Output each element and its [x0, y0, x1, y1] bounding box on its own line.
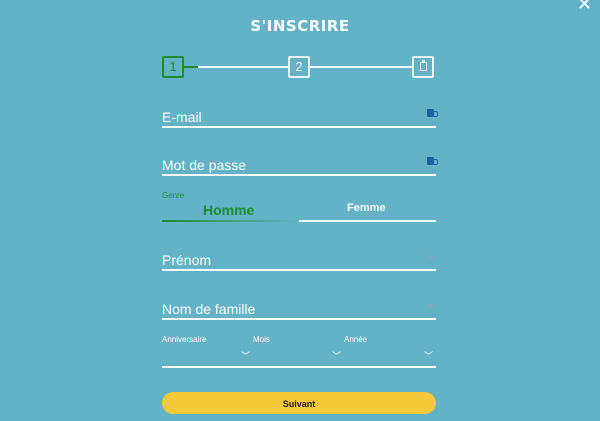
chevron-down-icon: ﹀ [331, 351, 341, 361]
birthday-day-label: Anniversaire [162, 335, 207, 344]
key-icon [427, 156, 438, 168]
user-icon: ● [427, 300, 434, 312]
last-name-field[interactable]: Nom de famille ● [162, 298, 436, 320]
page-title: S'INSCRIRE [250, 17, 350, 35]
user-icon: ● [427, 251, 434, 263]
step-1[interactable]: 1 [162, 56, 184, 78]
chevron-down-icon: ﹀ [240, 351, 250, 361]
key-icon [427, 108, 438, 120]
last-name-label: Nom de famille [162, 301, 256, 317]
gender-option-homme[interactable]: Homme [203, 202, 254, 218]
chevron-down-icon: ﹀ [423, 351, 433, 361]
stepper-connector [186, 66, 288, 68]
birthday-year-label: Année [344, 335, 368, 344]
password-field[interactable]: Mot de passe [162, 152, 438, 176]
next-button[interactable]: Suivant [162, 392, 436, 414]
gender-label: Genre [162, 191, 185, 200]
gender-selector: Genre Homme Femme [162, 188, 436, 222]
password-label: Mot de passe [162, 157, 247, 173]
email-label: E-mail [162, 109, 202, 125]
stepper-connector-active [184, 66, 198, 68]
birthday-month-select[interactable]: Mois ﹀ [253, 333, 344, 368]
clipboard-icon [419, 60, 427, 71]
step-2[interactable]: 2 [288, 56, 310, 78]
birthday-year-select[interactable]: Année ﹀ [344, 333, 436, 368]
email-field[interactable]: E-mail [162, 104, 438, 128]
first-name-label: Prénom [162, 252, 212, 268]
gender-selected-indicator [162, 220, 299, 222]
first-name-field[interactable]: Prénom ● [162, 249, 436, 271]
close-icon[interactable]: ✕ [577, 0, 592, 15]
stepper: 1 2 [162, 56, 436, 78]
birthday-day-select[interactable]: Anniversaire ﹀ [162, 333, 253, 368]
stepper-connector [310, 66, 412, 68]
step-3[interactable] [412, 56, 434, 78]
birthday-month-label: Mois [253, 335, 270, 344]
gender-option-femme[interactable]: Femme [347, 202, 386, 214]
